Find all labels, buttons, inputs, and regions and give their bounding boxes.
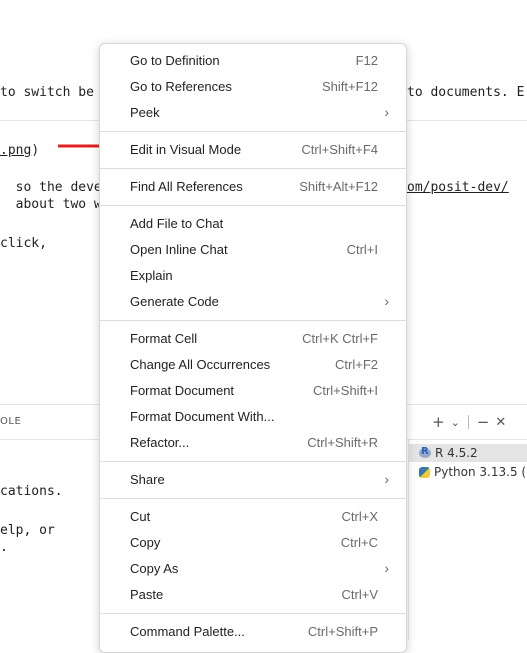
r-icon: [419, 446, 431, 458]
console-output-line: elp, or: [0, 523, 55, 538]
menu-item-label: Format Document: [130, 383, 235, 398]
terminal-list: R 4.5.2 Python 3.13.5 (: [408, 440, 527, 640]
menu-item-label: Peek: [130, 105, 160, 120]
menu-item-shortcut: Ctrl+I: [346, 242, 378, 257]
image-link[interactable]: .png: [0, 143, 31, 158]
menu-item-copy[interactable]: Copy Ctrl+C: [100, 530, 406, 556]
context-menu: Go to Definition F12 Go to References Shift…: [99, 43, 407, 653]
menu-item-label: Command Palette...: [130, 624, 245, 639]
menu-item-format-document-with[interactable]: Format Document With...: [100, 404, 406, 430]
menu-item-find-all-references[interactable]: Find All References Shift+Alt+F12: [100, 174, 406, 200]
menu-item-label: Format Document With...: [130, 409, 275, 424]
menu-item-cut[interactable]: Cut Ctrl+X: [100, 504, 406, 530]
menu-item-shortcut: Ctrl+V: [341, 587, 378, 602]
code-line: about two w: [0, 197, 102, 212]
panel-tab-console[interactable]: OLE: [0, 416, 21, 427]
menu-item-shortcut: Ctrl+Shift+F4: [301, 142, 378, 157]
menu-item-paste[interactable]: Paste Ctrl+V: [100, 582, 406, 608]
menu-separator: [100, 320, 406, 321]
python-icon: [419, 466, 430, 478]
close-panel-button[interactable]: ✕: [495, 415, 506, 430]
menu-item-explain[interactable]: Explain: [100, 263, 406, 289]
menu-item-shortcut: Ctrl+F2: [335, 357, 378, 372]
menu-item-format-document[interactable]: Format Document Ctrl+Shift+I: [100, 378, 406, 404]
menu-separator: [100, 461, 406, 462]
menu-item-shortcut: Ctrl+K Ctrl+F: [302, 331, 378, 346]
menu-item-shortcut: Ctrl+X: [341, 509, 378, 524]
menu-item-label: Cut: [130, 509, 151, 524]
code-text: ): [31, 143, 40, 158]
menu-item-shortcut: Shift+Alt+F12: [299, 179, 378, 194]
minimize-panel-button[interactable]: −: [477, 413, 490, 431]
code-line: so the deve: [0, 180, 102, 195]
menu-item-add-file-to-chat[interactable]: Add File to Chat: [100, 211, 406, 237]
code-line: click,: [0, 236, 47, 251]
menu-item-open-inline-chat[interactable]: Open Inline Chat Ctrl+I: [100, 237, 406, 263]
menu-item-shortcut: Shift+F12: [321, 79, 378, 94]
menu-item-shortcut: Ctrl+Shift+P: [307, 624, 378, 639]
menu-item-shortcut: Ctrl+Shift+R: [307, 435, 378, 450]
panel-actions: + ⌄ − ✕: [432, 413, 506, 431]
menu-item-label: Go to References: [130, 79, 232, 94]
menu-item-label: Add File to Chat: [130, 216, 224, 231]
menu-item-shortcut: Ctrl+Shift+I: [312, 383, 378, 398]
terminal-item-r[interactable]: R 4.5.2: [409, 444, 527, 462]
menu-item-label: Generate Code: [130, 294, 219, 309]
menu-item-label: Edit in Visual Mode: [130, 142, 242, 157]
url-link[interactable]: om/posit-dev/: [407, 180, 509, 195]
menu-item-peek[interactable]: Peek ›: [100, 100, 406, 126]
add-terminal-button[interactable]: +: [432, 413, 445, 431]
divider: [467, 415, 469, 429]
terminal-item-python[interactable]: Python 3.13.5 (: [419, 465, 526, 479]
code-line: to documents. E: [407, 85, 525, 100]
chevron-right-icon: ›: [384, 104, 389, 120]
menu-separator: [100, 498, 406, 499]
menu-item-generate-code[interactable]: Generate Code ›: [100, 289, 406, 315]
menu-item-label: Paste: [130, 587, 164, 602]
chevron-down-icon[interactable]: ⌄: [451, 416, 460, 429]
menu-item-change-all-occurrences[interactable]: Change All Occurrences Ctrl+F2: [100, 352, 406, 378]
code-line: to switch be: [0, 85, 94, 100]
console-output-line: .: [0, 540, 8, 555]
menu-item-shortcut: Ctrl+C: [340, 535, 378, 550]
menu-separator: [100, 613, 406, 614]
menu-item-label: Format Cell: [130, 331, 198, 346]
menu-item-shortcut: F12: [355, 53, 378, 68]
code-line: .png): [0, 143, 39, 158]
menu-item-label: Copy As: [130, 561, 179, 576]
menu-item-label: Explain: [130, 268, 173, 283]
menu-item-edit-in-visual-mode[interactable]: Edit in Visual Mode Ctrl+Shift+F4: [100, 137, 406, 163]
chevron-right-icon: ›: [384, 293, 389, 309]
chevron-right-icon: ›: [384, 560, 389, 576]
console-output-line: cations.: [0, 484, 63, 499]
menu-item-label: Change All Occurrences: [130, 357, 271, 372]
menu-separator: [100, 205, 406, 206]
menu-item-label: Share: [130, 472, 165, 487]
menu-item-label: Find All References: [130, 179, 243, 194]
menu-item-go-to-definition[interactable]: Go to Definition F12: [100, 48, 406, 74]
menu-item-label: Refactor...: [130, 435, 190, 450]
menu-item-label: Open Inline Chat: [130, 242, 228, 257]
menu-item-copy-as[interactable]: Copy As ›: [100, 556, 406, 582]
menu-item-format-cell[interactable]: Format Cell Ctrl+K Ctrl+F: [100, 326, 406, 352]
menu-item-share[interactable]: Share ›: [100, 467, 406, 493]
menu-item-refactor[interactable]: Refactor... Ctrl+Shift+R: [100, 430, 406, 456]
menu-item-label: Go to Definition: [130, 53, 220, 68]
menu-item-command-palette[interactable]: Command Palette... Ctrl+Shift+P: [100, 619, 406, 645]
menu-separator: [100, 131, 406, 132]
terminal-label: Python 3.13.5 (: [434, 465, 527, 479]
menu-item-label: Copy: [130, 535, 161, 550]
terminal-label: R 4.5.2: [435, 446, 478, 460]
menu-separator: [100, 168, 406, 169]
chevron-right-icon: ›: [384, 471, 389, 487]
menu-item-go-to-references[interactable]: Go to References Shift+F12: [100, 74, 406, 100]
